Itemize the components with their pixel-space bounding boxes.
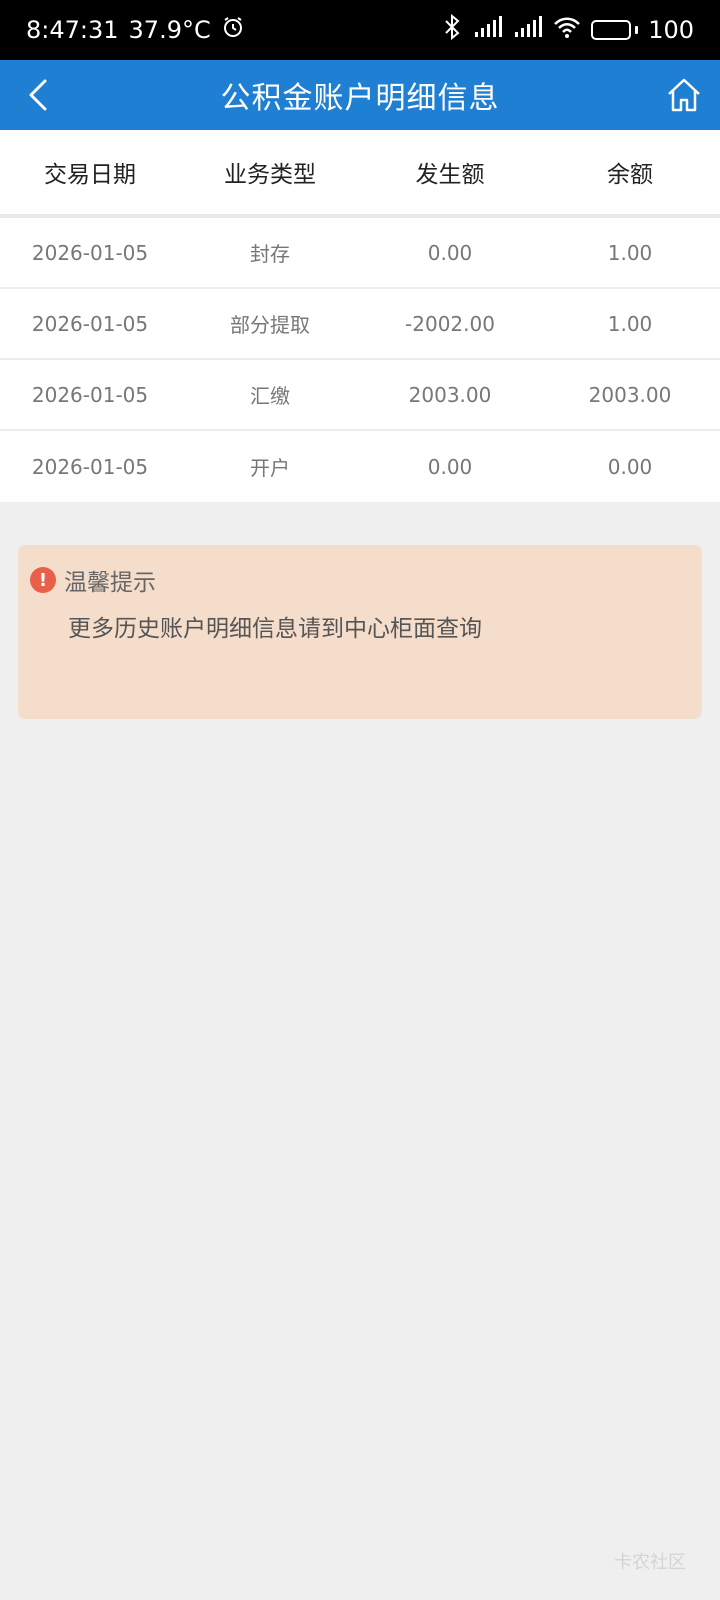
row-balance: 1.00	[607, 311, 653, 336]
back-arrow-icon[interactable]	[20, 76, 56, 114]
row-type: 开户	[250, 456, 290, 480]
row-date: 2026-01-05	[31, 240, 149, 265]
row-amount: 0.00	[427, 240, 473, 265]
row-amount: 0.00	[427, 454, 473, 479]
signal-icon	[513, 16, 543, 44]
alarm-icon	[221, 15, 245, 45]
tip-box: ! 温馨提示 更多历史账户明细信息请到中心柜面查询	[18, 545, 702, 719]
header-amount: 发生额	[415, 162, 485, 188]
nav-bar: 公积金账户明细信息	[0, 60, 720, 130]
tip-title: 温馨提示	[64, 570, 156, 596]
row-type: 部分提取	[230, 313, 310, 337]
tip-header: ! 温馨提示	[30, 563, 690, 597]
status-bar: 8:47:31 37.9°C 100	[0, 0, 720, 60]
exclamation-icon: !	[30, 567, 56, 593]
home-icon[interactable]	[664, 74, 704, 116]
status-time: 8:47:31	[26, 16, 119, 44]
page-title: 公积金账户明细信息	[220, 81, 500, 116]
tip-text: 更多历史账户明细信息请到中心柜面查询	[68, 616, 482, 642]
row-balance: 0.00	[607, 454, 653, 479]
header-date: 交易日期	[44, 162, 136, 188]
table-header: 交易日期 业务类型 发生额 余额	[0, 130, 720, 218]
table-row[interactable]: 2026-01-05 开户 0.00 0.00	[0, 431, 720, 502]
signal-icon	[473, 16, 503, 44]
battery-icon	[591, 20, 639, 40]
row-balance: 1.00	[607, 240, 653, 265]
table-row[interactable]: 2026-01-05 部分提取 -2002.00 1.00	[0, 289, 720, 360]
row-date: 2026-01-05	[31, 311, 149, 336]
row-date: 2026-01-05	[31, 454, 149, 479]
row-type: 汇缴	[250, 384, 290, 408]
status-left: 8:47:31 37.9°C	[26, 15, 245, 45]
row-amount: -2002.00	[405, 311, 495, 336]
row-balance: 2003.00	[588, 382, 672, 407]
status-right: 100	[441, 13, 694, 46]
status-temperature: 37.9°C	[128, 16, 211, 44]
header-type: 业务类型	[224, 162, 316, 188]
wifi-icon	[553, 16, 581, 44]
table-row[interactable]: 2026-01-05 汇缴 2003.00 2003.00	[0, 360, 720, 431]
table-row[interactable]: 2026-01-05 封存 0.00 1.00	[0, 218, 720, 289]
header-balance: 余额	[607, 162, 653, 188]
watermark: 卡农社区	[614, 1552, 686, 1573]
row-type: 封存	[250, 242, 290, 266]
transaction-table: 交易日期 业务类型 发生额 余额 2026-01-05 封存 0.00 1.00…	[0, 130, 720, 502]
battery-level: 100	[648, 16, 694, 44]
row-date: 2026-01-05	[31, 382, 149, 407]
bluetooth-icon	[441, 13, 463, 46]
row-amount: 2003.00	[408, 382, 492, 407]
